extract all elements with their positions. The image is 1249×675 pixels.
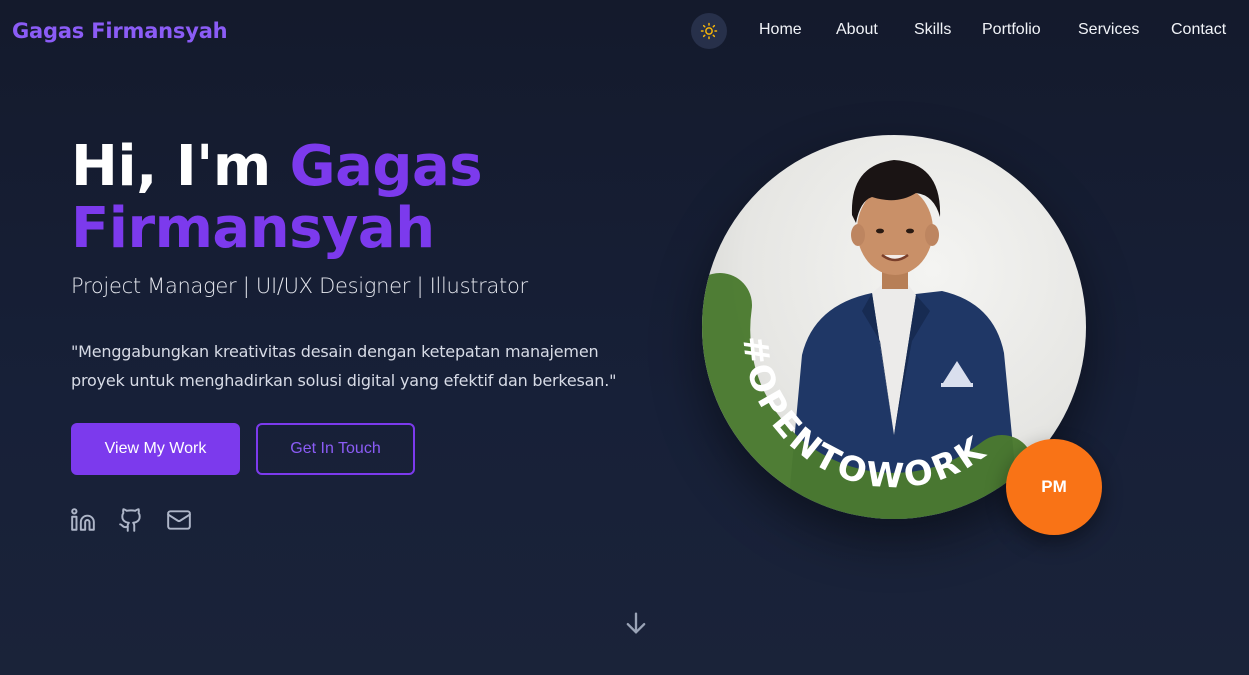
linkedin-link[interactable] bbox=[70, 507, 96, 533]
scroll-down-button[interactable] bbox=[622, 609, 650, 637]
get-in-touch-button[interactable]: Get In Touch bbox=[256, 423, 415, 475]
hero-greeting: Hi, I'm bbox=[71, 134, 290, 199]
nav-portfolio[interactable]: Portfolio bbox=[982, 21, 1041, 39]
nav-skills[interactable]: Skills bbox=[914, 21, 951, 39]
role-badge: PM bbox=[1006, 439, 1102, 535]
mail-icon bbox=[167, 510, 191, 530]
nav-contact[interactable]: Contact bbox=[1171, 21, 1226, 39]
arrow-down-icon bbox=[626, 612, 646, 634]
navbar: Gagas Firmansyah Home About Skills Portf… bbox=[0, 0, 1249, 64]
hero-quote: "Menggabungkan kreativitas desain dengan… bbox=[71, 342, 617, 390]
nav-home[interactable]: Home bbox=[759, 21, 802, 39]
nav-services[interactable]: Services bbox=[1078, 21, 1139, 39]
linkedin-icon bbox=[71, 508, 95, 531]
email-link[interactable] bbox=[166, 507, 192, 533]
hero-title: Hi, I'm Gagas Firmansyah bbox=[71, 136, 631, 260]
nav-links: Home About Skills Portfolio Services Con… bbox=[0, 21, 1249, 43]
nav-about[interactable]: About bbox=[836, 21, 878, 39]
hero-name-last: Firmansyah bbox=[71, 196, 435, 261]
hero-subtitle: Project Manager | UI/UX Designer | Illus… bbox=[71, 274, 528, 298]
page: Gagas Firmansyah Home About Skills Portf… bbox=[0, 0, 1249, 675]
github-link[interactable] bbox=[118, 507, 144, 533]
github-icon bbox=[119, 508, 141, 532]
hero-name-first: Gagas bbox=[289, 134, 483, 199]
view-my-work-button[interactable]: View My Work bbox=[71, 423, 240, 475]
